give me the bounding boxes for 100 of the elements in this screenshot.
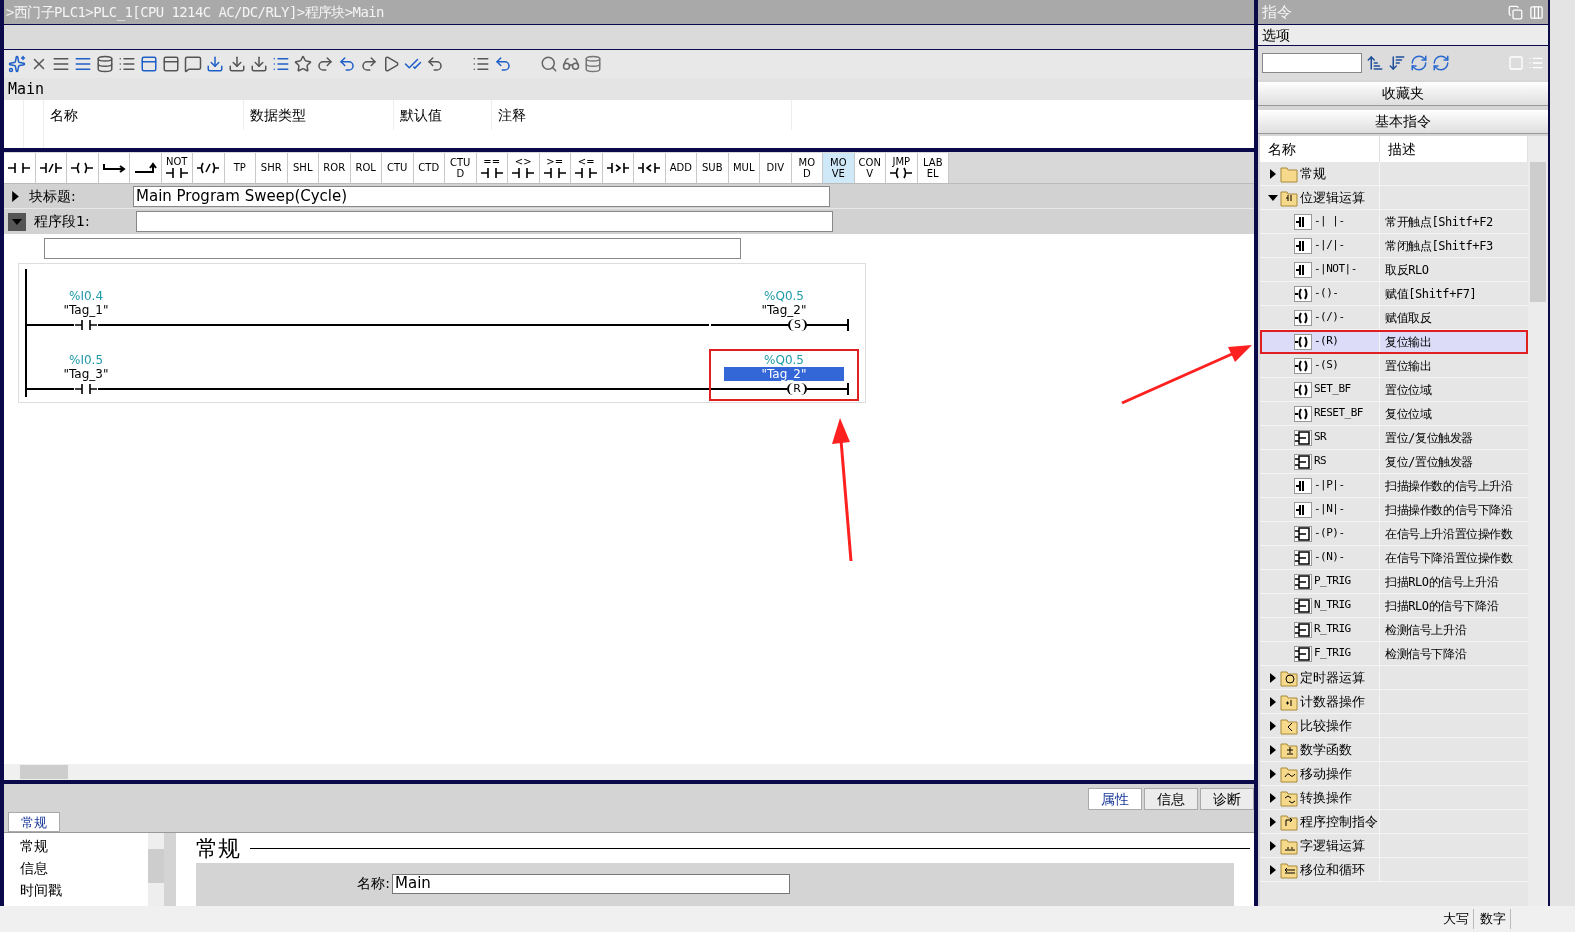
network-title-field[interactable] — [136, 211, 833, 232]
instruction-button[interactable]: ROL — [350, 152, 382, 183]
redo-icon[interactable] — [360, 55, 378, 73]
expand-arrow-icon[interactable] — [1268, 696, 1278, 707]
list-icon[interactable] — [118, 55, 136, 73]
nav-item[interactable]: 常规 — [20, 835, 148, 857]
instruction-row[interactable]: SR 置位/复位触发器 — [1260, 426, 1528, 450]
instruction-button[interactable]: SHR — [256, 152, 288, 183]
instruction-button[interactable]: SHL — [287, 152, 319, 183]
expand-arrow-icon[interactable] — [1268, 192, 1278, 203]
instruction-row[interactable]: F_TRIG 检测信号下降沿 — [1260, 642, 1528, 666]
instruction-button[interactable]: MO D — [791, 152, 823, 183]
folder-label[interactable]: 移位和循环 — [1300, 859, 1365, 880]
list-icon[interactable] — [272, 55, 290, 73]
database-icon[interactable] — [96, 55, 114, 73]
instruction-button[interactable]: NOT — [161, 152, 193, 183]
redo-icon[interactable] — [316, 55, 334, 73]
vertical-scrollbar[interactable] — [148, 833, 164, 906]
instruction-button[interactable]: TP — [224, 152, 256, 183]
download-icon[interactable] — [206, 55, 224, 73]
instruction-button[interactable]: LAB EL — [917, 152, 949, 183]
sparkle-icon[interactable] — [8, 55, 26, 73]
refresh-icon[interactable] — [1410, 54, 1428, 72]
instruction-row[interactable]: -|NOT|- 取反RLO — [1260, 258, 1528, 282]
instruction-row[interactable]: SET_BF 置位位域 — [1260, 378, 1528, 402]
database-icon[interactable] — [584, 55, 602, 73]
horizontal-scrollbar[interactable] — [4, 764, 1254, 780]
expand-arrow-icon[interactable] — [1268, 792, 1278, 803]
instruction-row[interactable]: -()- 赋值[Shitf+F7] — [1260, 282, 1528, 306]
instruction-button[interactable]: SUB — [697, 152, 729, 183]
instruction-row[interactable]: -(S) 置位输出 — [1260, 354, 1528, 378]
expand-arrow-icon[interactable] — [1268, 168, 1278, 179]
name-field[interactable]: Main — [392, 873, 790, 894]
comment-field[interactable] — [44, 238, 741, 259]
instruction-button[interactable]: MUL — [728, 152, 760, 183]
undo-icon[interactable] — [494, 55, 512, 73]
instruction-button[interactable]: DIV — [760, 152, 792, 183]
instruction-row[interactable]: P_TRIG 扫描RLO的信号上升沿 — [1260, 570, 1528, 594]
section-tab[interactable]: 常规 — [8, 812, 60, 832]
expand-arrow-icon[interactable] — [1268, 672, 1278, 683]
inspector-tab[interactable]: 属性 — [1088, 788, 1142, 810]
sort-down-icon[interactable] — [1388, 54, 1406, 72]
expand-arrow-icon[interactable] — [1268, 768, 1278, 779]
tag-label[interactable]: "Tag_2" — [724, 367, 844, 381]
instruction-button[interactable]: <> — [508, 152, 540, 183]
instruction-button[interactable]: >= — [539, 152, 571, 183]
folder-label[interactable]: 程序控制指令 — [1300, 811, 1378, 832]
instruction-row[interactable]: -(N)- 在信号下降沿置位操作数 — [1260, 546, 1528, 570]
instruction-button[interactable]: CTU D — [445, 152, 477, 183]
panel-icon[interactable] — [140, 55, 158, 73]
instruction-row[interactable]: -| |- 常开触点[Shitf+F2 — [1260, 210, 1528, 234]
nav-item[interactable]: 时间戳 — [20, 879, 148, 901]
inspector-tab[interactable]: 信息 — [1144, 788, 1198, 810]
vertical-scrollbar[interactable] — [1528, 136, 1548, 906]
sort-up-icon[interactable] — [1366, 54, 1384, 72]
instruction-row[interactable]: N_TRIG 扫描RLO的信号下降沿 — [1260, 594, 1528, 618]
search-field[interactable] — [1262, 53, 1362, 73]
refresh-icon[interactable] — [1432, 54, 1450, 72]
instruction-button[interactable] — [130, 152, 162, 183]
block-title-field[interactable]: Main Program Sweep(Cycle) — [133, 185, 830, 207]
nav-item[interactable]: 信息 — [20, 857, 148, 879]
instruction-button[interactable]: ROR — [319, 152, 351, 183]
instruction-button[interactable]: <= — [571, 152, 603, 183]
expand-arrow-icon[interactable] — [1268, 744, 1278, 755]
list-icon[interactable] — [472, 55, 490, 73]
glasses-icon[interactable] — [562, 55, 580, 73]
instruction-row[interactable]: RS 复位/置位触发器 — [1260, 450, 1528, 474]
instruction-button[interactable] — [4, 152, 36, 183]
instruction-button[interactable] — [634, 152, 666, 183]
folder-label[interactable]: 常规 — [1300, 163, 1326, 184]
play-icon[interactable] — [382, 55, 400, 73]
lines-icon[interactable] — [52, 55, 70, 73]
instruction-row[interactable]: -(P)- 在信号上升沿置位操作数 — [1260, 522, 1528, 546]
instruction-button[interactable] — [98, 152, 130, 183]
instruction-row[interactable]: R_TRIG 检测信号上升沿 — [1260, 618, 1528, 642]
expand-toggle[interactable] — [8, 212, 26, 231]
favorites-header[interactable]: 收藏夹 — [1258, 82, 1548, 106]
tag-label[interactable]: "Tag_2" — [724, 303, 844, 317]
instruction-button[interactable]: == — [476, 152, 508, 183]
folder-label[interactable]: 位逻辑运算 — [1300, 187, 1365, 208]
expand-arrow-icon[interactable] — [1268, 720, 1278, 731]
instruction-button[interactable] — [35, 152, 67, 183]
expand-arrow-icon[interactable] — [1268, 864, 1278, 875]
instruction-row[interactable]: RESET_BF 复位位域 — [1260, 402, 1528, 426]
instruction-button[interactable]: CTD — [413, 152, 445, 183]
inspector-tab[interactable]: 诊断 — [1200, 788, 1254, 810]
instruction-button[interactable]: ADD — [665, 152, 697, 183]
folder-label[interactable]: 转换操作 — [1300, 787, 1352, 808]
instruction-button[interactable] — [193, 152, 225, 183]
instruction-row[interactable]: -(R) 复位输出 — [1260, 330, 1528, 354]
instruction-row[interactable]: -|P|- 扫描操作数的信号上升沿 — [1260, 474, 1528, 498]
instruction-button[interactable] — [67, 152, 99, 183]
instruction-button[interactable]: CTU — [382, 152, 414, 183]
undo-icon[interactable] — [338, 55, 356, 73]
basic-instructions-header[interactable]: 基本指令 — [1258, 110, 1548, 134]
download-icon[interactable] — [250, 55, 268, 73]
search-icon[interactable] — [540, 55, 558, 73]
folder-label[interactable]: 移动操作 — [1300, 763, 1352, 784]
undo-icon[interactable] — [426, 55, 444, 73]
folder-label[interactable]: 计数器操作 — [1300, 691, 1365, 712]
